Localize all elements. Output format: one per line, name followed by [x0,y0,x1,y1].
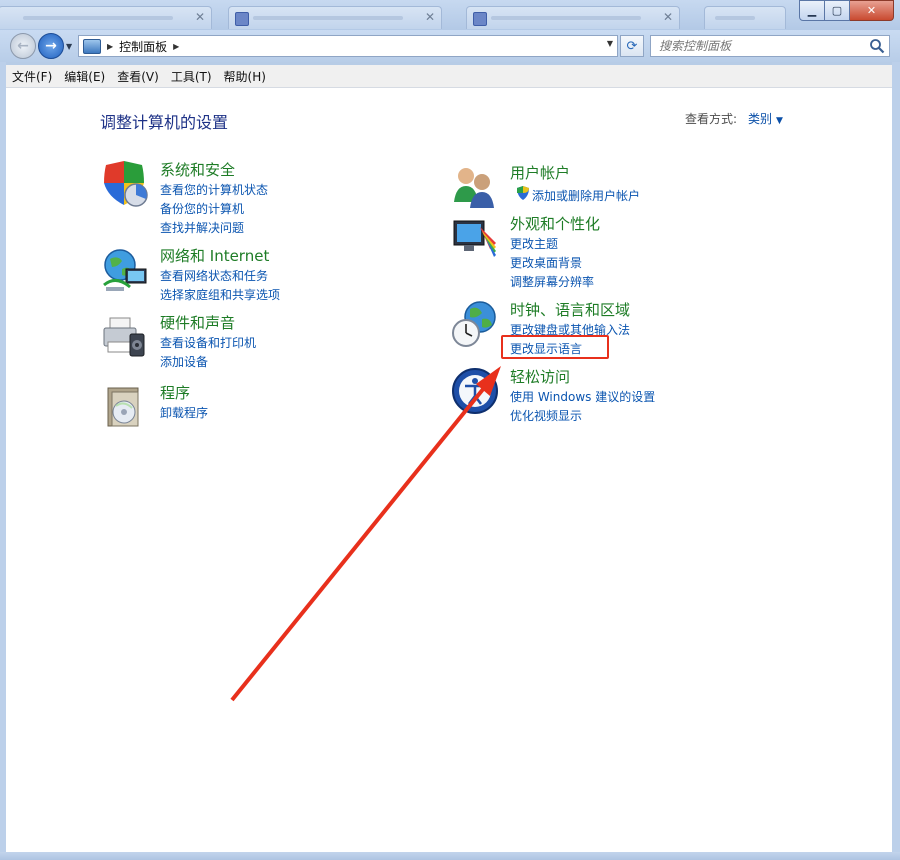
refresh-button[interactable]: ⟳ [620,35,644,57]
control-panel-icon [83,38,101,54]
menu-file[interactable]: 文件(F) [6,68,58,85]
back-button[interactable]: ← [10,33,36,59]
search-icon[interactable] [869,38,885,54]
main-pane: 调整计算机的设置 查看方式: 类别 ▼ 系统和安全 查看您的计算机状态 备份您的计… [6,88,892,852]
breadcrumb-separator-icon[interactable]: ▶ [173,42,179,51]
recent-pages-dropdown-icon[interactable]: ▼ [66,42,72,51]
menu-view[interactable]: 查看(V) [111,68,165,85]
menu-edit[interactable]: 编辑(E) [58,68,111,85]
window-frame [892,62,900,852]
forward-arrow-icon: → [45,38,57,54]
breadcrumb-separator-icon[interactable]: ▶ [107,42,113,51]
maximize-button[interactable]: ▢ [825,0,850,21]
search-input[interactable] [657,38,861,54]
close-tab-icon[interactable]: ✕ [425,10,435,24]
back-arrow-icon: ← [17,38,29,54]
refresh-icon: ⟳ [626,38,638,54]
background-tab[interactable]: ✕ [466,6,680,29]
address-dropdown-icon[interactable]: ▼ [607,39,613,48]
search-box[interactable] [650,35,890,57]
page-favicon-icon [473,12,487,26]
close-tab-icon[interactable]: ✕ [663,10,673,24]
page-favicon-icon [235,12,249,26]
background-tab[interactable]: ✕ [0,6,212,29]
address-row: ← → ▼ ▶ 控制面板 ▶ ▼ ⟳ [0,30,900,62]
menu-help[interactable]: 帮助(H) [218,68,272,85]
breadcrumb-control-panel[interactable]: 控制面板 [119,38,167,55]
title-bar: ✕ ✕ ✕ ▁ ▢ ✕ [0,0,900,30]
background-tab[interactable]: ✕ [228,6,442,29]
minimize-button[interactable]: ▁ [799,0,825,21]
forward-button[interactable]: → [38,33,64,59]
menu-bar: 文件(F) 编辑(E) 查看(V) 工具(T) 帮助(H) [6,65,894,88]
annotation-arrow-icon [230,366,501,702]
close-tab-icon[interactable]: ✕ [195,10,205,24]
background-tab[interactable] [704,6,786,29]
close-button[interactable]: ✕ [850,0,894,21]
menu-tools[interactable]: 工具(T) [165,68,218,85]
window-frame [0,852,900,860]
address-bar[interactable]: ▶ 控制面板 ▶ ▼ [78,35,618,57]
